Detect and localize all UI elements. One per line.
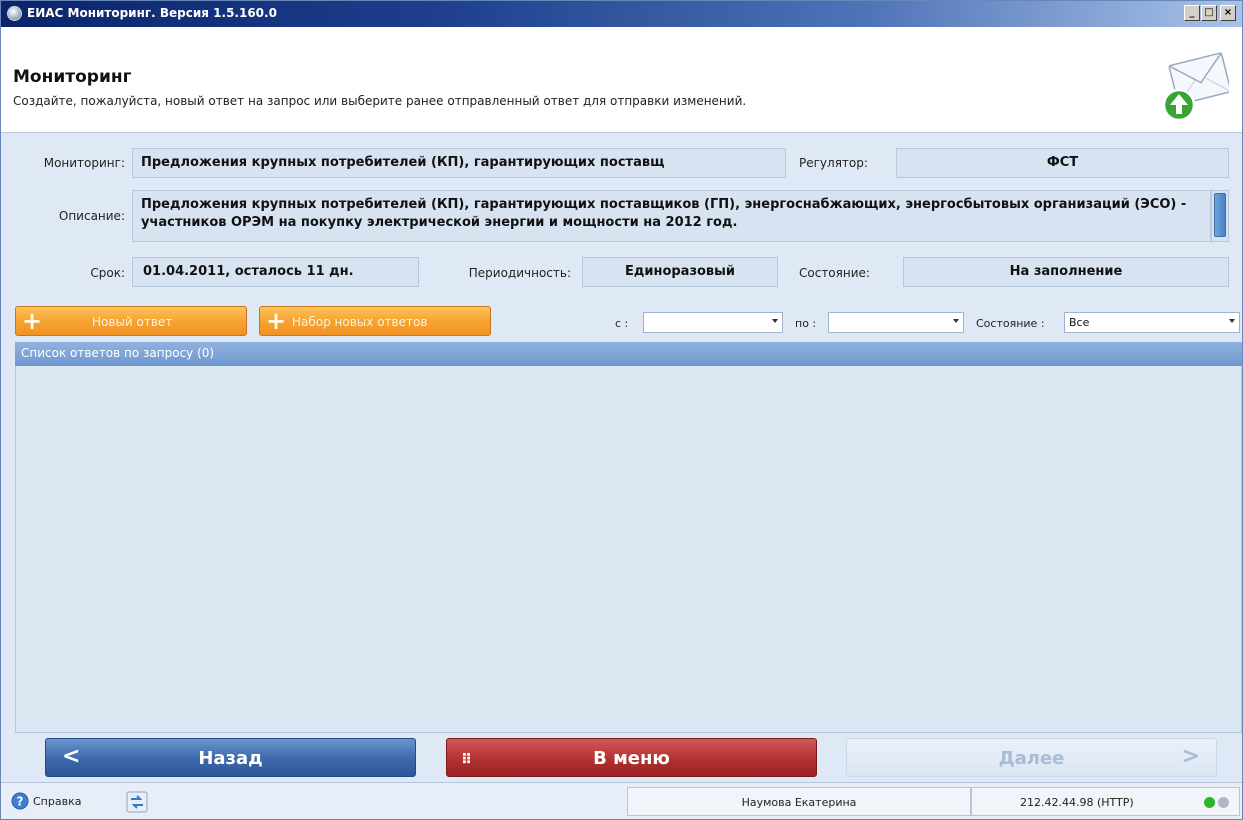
state-filter-value: Все (1069, 316, 1090, 329)
date-to-input[interactable] (828, 312, 964, 333)
date-to-label: по : (795, 317, 817, 330)
minimize-button[interactable]: _ (1184, 5, 1200, 21)
answers-list-header: Список ответов по запросу (0) (15, 342, 1242, 366)
periodicity-value: Единоразовый (582, 257, 778, 287)
server-address: 212.42.44.98 (HTTP) (1020, 796, 1134, 809)
chevron-right-icon: > (1181, 744, 1200, 769)
menu-label: В меню (593, 748, 670, 769)
monitoring-label: Мониторинг: (43, 156, 125, 170)
chevron-down-icon (1229, 319, 1235, 323)
page-title: Мониторинг (13, 67, 132, 87)
app-icon (7, 6, 22, 21)
description-value: Предложения крупных потребителей (КП), г… (132, 190, 1211, 242)
status-green-indicator-icon (1204, 797, 1215, 808)
description-label: Описание: (58, 209, 125, 223)
network-icon (126, 791, 148, 813)
chevron-down-icon (953, 319, 959, 323)
current-user: Наумова Екатерина (627, 787, 971, 816)
svg-text:?: ? (17, 795, 24, 809)
menu-button[interactable]: ⠿ В меню (446, 738, 817, 777)
monitoring-value: Предложения крупных потребителей (КП), г… (132, 148, 786, 178)
state-filter-select[interactable]: Все (1064, 312, 1240, 333)
new-answers-set-button[interactable]: + Набор новых ответов (259, 306, 491, 336)
description-scrollbar[interactable] (1211, 190, 1229, 242)
deadline-value: 01.04.2011, осталось 11 дн. (132, 257, 419, 287)
title-bar: ЕИАС Мониторинг. Версия 1.5.160.0 _ □ × (1, 1, 1242, 27)
window-title: ЕИАС Мониторинг. Версия 1.5.160.0 (27, 6, 277, 20)
answers-list[interactable] (15, 366, 1242, 733)
server-status: 212.42.44.98 (HTTP) (971, 787, 1240, 816)
mail-upload-icon (1162, 52, 1229, 122)
page-header: Мониторинг Создайте, пожалуйста, новый о… (1, 27, 1242, 133)
help-button[interactable]: ? Справка (5, 787, 115, 816)
new-answers-set-label: Набор новых ответов (292, 315, 428, 329)
next-button[interactable]: Далее > (846, 738, 1217, 777)
back-button[interactable]: < Назад (45, 738, 416, 777)
status-gray-indicator-icon (1218, 797, 1229, 808)
regulator-label: Регулятор: (799, 156, 868, 170)
chevron-down-icon (772, 319, 778, 323)
help-icon: ? (11, 792, 29, 810)
help-label: Справка (33, 795, 82, 808)
state-value: На заполнение (903, 257, 1229, 287)
plus-icon: + (266, 307, 287, 335)
new-answer-label: Новый ответ (92, 315, 173, 329)
next-label: Далее (998, 748, 1065, 769)
deadline-label: Срок: (90, 266, 125, 280)
date-from-label: с : (615, 317, 629, 330)
connection-settings-button[interactable] (122, 787, 156, 816)
scrollbar-thumb[interactable] (1214, 193, 1226, 237)
regulator-value: ФСТ (896, 148, 1229, 178)
maximize-button[interactable]: □ (1201, 5, 1217, 21)
page-subtitle: Создайте, пожалуйста, новый ответ на зап… (13, 94, 747, 108)
plus-icon: + (22, 307, 43, 335)
back-label: Назад (198, 748, 263, 769)
app-window: ЕИАС Мониторинг. Версия 1.5.160.0 _ □ × … (0, 0, 1243, 820)
state-filter-label: Состояние : (976, 317, 1045, 330)
state-label: Состояние: (799, 266, 870, 280)
date-from-input[interactable] (643, 312, 783, 333)
periodicity-label: Периодичность: (468, 266, 571, 280)
new-answer-button[interactable]: + Новый ответ (15, 306, 247, 336)
close-button[interactable]: × (1220, 5, 1236, 21)
status-bar: ? Справка Наумова Екатерина 212.42.44.98… (1, 782, 1242, 819)
